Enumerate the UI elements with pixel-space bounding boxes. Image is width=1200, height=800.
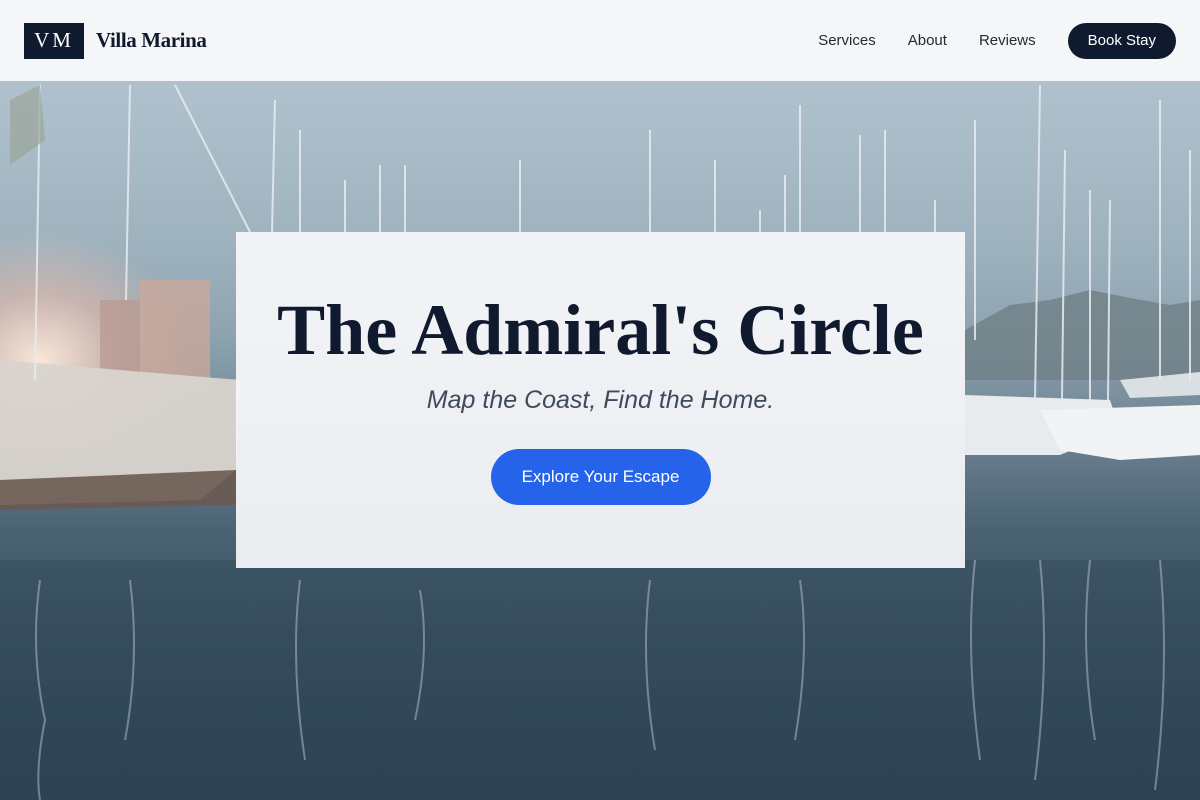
hero-card: The Admiral's Circle Map the Coast, Find… <box>236 232 965 568</box>
hero-tagline: Map the Coast, Find the Home. <box>426 386 775 414</box>
explore-escape-button[interactable]: Explore Your Escape <box>490 449 711 505</box>
book-stay-button[interactable]: Book Stay <box>1067 22 1176 59</box>
nav-link-reviews[interactable]: Reviews <box>979 32 1036 49</box>
hero-headline: The Admiral's Circle <box>277 290 924 370</box>
nav-link-about[interactable]: About <box>908 32 947 49</box>
logo-mark[interactable]: VM <box>24 22 84 59</box>
nav-link-services[interactable]: Services <box>818 32 876 49</box>
brand-name[interactable]: Villa Marina <box>96 28 207 53</box>
top-navigation: VM Villa Marina Services About Reviews B… <box>0 0 1200 81</box>
nav-links: Services About Reviews Book Stay <box>818 22 1176 59</box>
